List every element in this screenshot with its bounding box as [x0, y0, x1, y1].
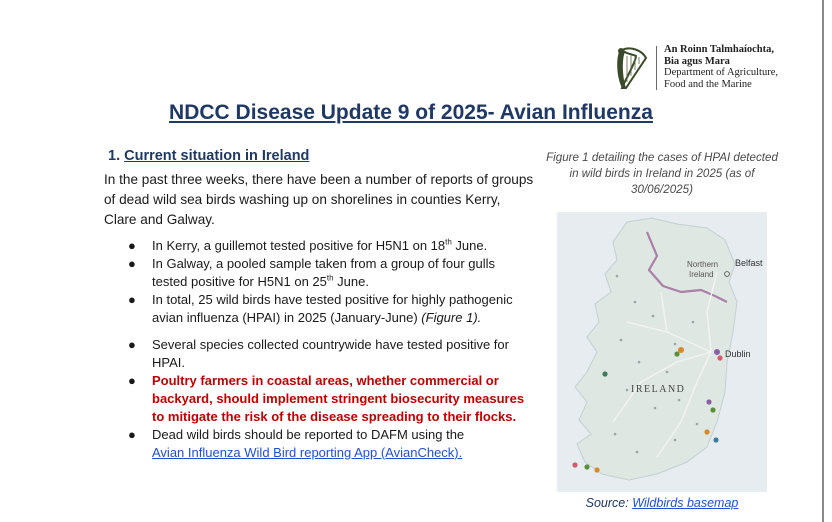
case-marker — [572, 462, 578, 468]
ireland-map: Northern Ireland Belfast Dublin IRELAND — [557, 212, 767, 492]
case-marker — [706, 399, 712, 405]
org-name-irish-1: An Roinn Talmhaíochta, — [664, 44, 774, 55]
org-name-english-2: Food and the Marine — [664, 78, 752, 90]
aviancheck-link[interactable]: Avian Influenza Wild Bird reporting App … — [152, 445, 462, 460]
superscript: th — [326, 273, 334, 283]
case-marker — [704, 429, 710, 435]
list-item: ● Several species collected countrywide … — [128, 336, 532, 372]
bullet-list: ● In Kerry, a guillemot tested positive … — [128, 237, 532, 462]
list-item: ● In total, 25 wild birds have tested po… — [128, 291, 532, 327]
figure-source: Source: Wildbirds basemap — [556, 496, 768, 510]
bullet-text: June. — [451, 238, 488, 253]
case-marker — [717, 355, 723, 361]
list-item: ● In Kerry, a guillemot tested positive … — [128, 237, 532, 255]
logo-divider — [656, 46, 657, 90]
section-heading: 1. Current situation in Ireland — [108, 148, 309, 164]
list-item: ● Poultry farmers in coastal areas, whet… — [128, 372, 532, 426]
case-marker — [594, 467, 600, 473]
department-name: An Roinn Talmhaíochta, Bia agus Mara Dep… — [664, 44, 778, 90]
bullet-icon: ● — [128, 427, 136, 442]
intro-paragraph: In the past three weeks, there have been… — [104, 172, 534, 227]
case-marker — [714, 349, 720, 355]
superscript: th — [445, 237, 452, 247]
case-marker — [584, 464, 590, 470]
bullet-text: June. — [333, 274, 369, 289]
harp-icon — [617, 47, 648, 89]
label-northern: Northern — [687, 260, 718, 269]
source-label: Source: — [585, 496, 633, 510]
wildbirds-basemap-link[interactable]: Wildbirds basemap — [632, 496, 738, 510]
window-edge — [822, 0, 832, 522]
case-marker — [602, 371, 608, 377]
biosecurity-warning: Poultry farmers in coastal areas, whethe… — [152, 373, 525, 424]
department-logo: An Roinn Talmhaíochta, Bia agus Mara Dep… — [612, 44, 812, 94]
bullet-text: Several species collected countrywide ha… — [152, 337, 509, 370]
case-marker — [678, 347, 684, 353]
section-title: Current situation in Ireland — [124, 148, 310, 164]
case-marker — [674, 351, 680, 357]
document-title: NDCC Disease Update 9 of 2025- Avian Inf… — [169, 101, 653, 124]
label-ireland-ni: Ireland — [689, 270, 713, 279]
figure-reference: (Figure 1). — [421, 310, 482, 325]
bullet-icon: ● — [128, 337, 136, 352]
bullet-icon: ● — [128, 292, 136, 307]
section-number: 1. — [108, 148, 121, 164]
bullet-text: In Galway, a pooled sample taken from a … — [152, 256, 496, 289]
org-name-english-1: Department of Agriculture, — [664, 67, 779, 78]
bullet-text: Dead wild birds should be reported to DA… — [152, 427, 465, 442]
bullet-icon: ● — [128, 238, 136, 253]
label-belfast: Belfast — [735, 258, 763, 268]
org-name-irish-2: Bia agus Mara — [664, 55, 730, 67]
list-item: ● Dead wild birds should be reported to … — [128, 426, 532, 462]
figure-caption: Figure 1 detailing the cases of HPAI det… — [546, 151, 778, 196]
bullet-text: In Kerry, a guillemot tested positive fo… — [152, 238, 446, 253]
bullet-icon: ● — [128, 373, 136, 388]
label-dublin: Dublin — [725, 349, 751, 359]
case-marker — [710, 407, 716, 413]
label-ireland: IRELAND — [631, 384, 685, 395]
bullet-icon: ● — [128, 256, 136, 271]
list-item: ● In Galway, a pooled sample taken from … — [128, 255, 532, 291]
case-marker — [713, 437, 719, 443]
